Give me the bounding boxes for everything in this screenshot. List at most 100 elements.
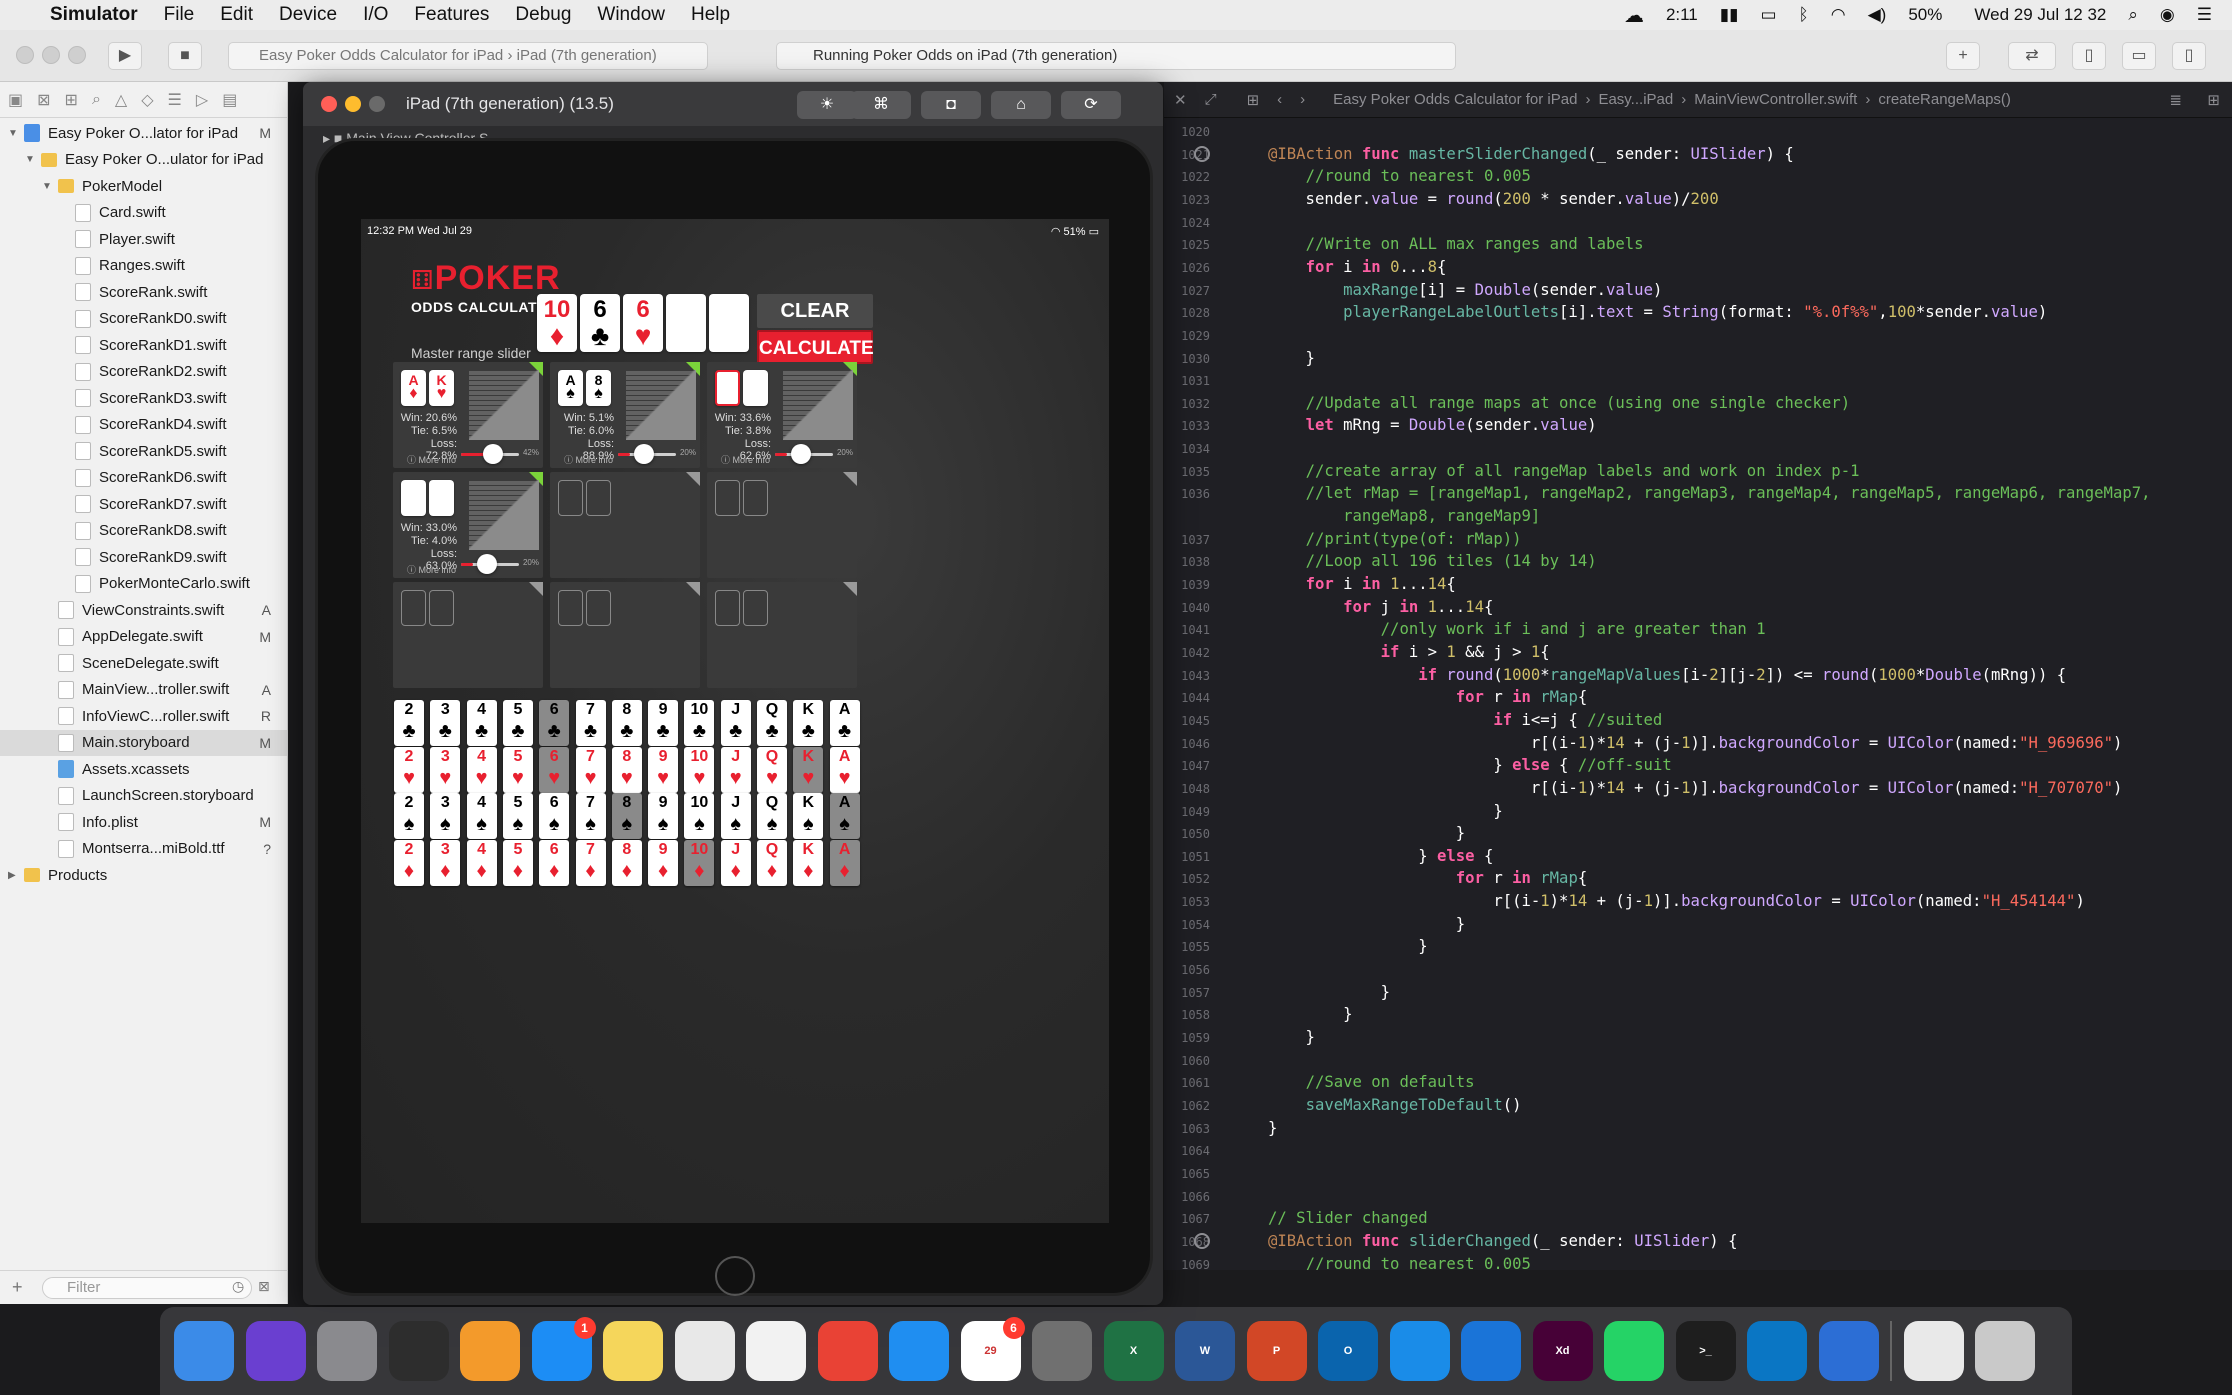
empty-card-slot[interactable] (586, 590, 611, 626)
board-card[interactable]: 6 ♣ (580, 294, 620, 352)
editor-options-icon[interactable]: ≣ (2169, 91, 2182, 109)
deck-card[interactable]: 7 ♠ (575, 793, 606, 840)
spotlight-icon[interactable]: ⌕ (2128, 5, 2138, 25)
deck-card[interactable]: 6 ♠ (539, 793, 570, 840)
hole-card[interactable]: A ♦ (401, 370, 426, 406)
tree-row[interactable]: PokerMonteCarlo.swift (0, 571, 287, 598)
notes-icon[interactable] (603, 1321, 663, 1381)
menu-window[interactable]: Window (597, 4, 665, 26)
breadcrumb-item[interactable]: Easy Poker Odds Calculator for iPad (1333, 91, 1577, 108)
calculate-button[interactable]: CALCULATE (757, 330, 874, 364)
player-range-slider[interactable] (618, 444, 676, 464)
tree-row[interactable]: ScoreRankD6.swift (0, 465, 287, 492)
menu-device[interactable]: Device (279, 4, 337, 26)
deck-card[interactable]: 10 ♣ (684, 700, 715, 746)
deck-card[interactable]: A ♣ (829, 700, 860, 746)
screenshot-button[interactable]: ◘ (921, 91, 981, 119)
more-info-link[interactable]: ⓘ More info (564, 453, 613, 466)
player-panel[interactable]: Win: 33.6% Tie: 3.8% Loss: 62.6% ⓘ More inf… (707, 362, 857, 468)
deck-card[interactable]: Q ♣ (757, 700, 787, 746)
expand-icon[interactable]: ⤢ (1205, 91, 1217, 108)
player-slider-knob[interactable] (790, 444, 811, 464)
deck-card[interactable]: A ♦ (829, 840, 860, 887)
deck-card[interactable]: 7 ♥ (575, 746, 606, 793)
deck-card[interactable]: 3 ♦ (430, 840, 461, 887)
calculator-icon[interactable] (1032, 1321, 1092, 1381)
deck-card[interactable]: 5 ♦ (502, 840, 533, 887)
test-icon[interactable]: ◇ (141, 90, 153, 110)
disclosure-icon[interactable]: ▼ (25, 154, 37, 165)
deck-card[interactable]: 2 ♦ (394, 840, 424, 887)
player-range-slider[interactable] (775, 444, 833, 464)
tree-row[interactable]: ScoreRankD2.swift (0, 359, 287, 386)
issue-icon[interactable]: △ (115, 90, 127, 110)
library-button[interactable]: + (1946, 42, 1980, 70)
deck-card[interactable]: 3 ♠ (430, 793, 461, 840)
deck-card[interactable]: 8 ♠ (611, 793, 642, 840)
sim-zoom-button[interactable] (369, 96, 385, 112)
deck-card[interactable]: Q ♠ (757, 793, 787, 840)
deck-card[interactable]: A ♠ (829, 793, 860, 840)
tree-row[interactable]: ScoreRankD5.swift (0, 438, 287, 465)
toggle-inspector-button[interactable]: ▯ (2172, 42, 2206, 70)
recent-files-icon[interactable]: ◷ (232, 1278, 244, 1295)
scheme-selector[interactable]: Easy Poker Odds Calculator for iPad › iP… (228, 42, 708, 70)
xcode-icon[interactable] (1461, 1321, 1521, 1381)
siri-icon[interactable]: ◉ (2160, 5, 2175, 25)
siri-icon[interactable] (245, 1321, 306, 1381)
empty-card-slot[interactable] (429, 590, 454, 626)
deck-card[interactable]: K ♦ (793, 840, 824, 887)
player-panel[interactable] (550, 582, 700, 688)
disclosure-icon[interactable]: ▼ (8, 128, 20, 139)
deck-card[interactable]: K ♣ (793, 700, 824, 746)
code-editor[interactable]: 1020 1021 1022 1023 1024 1025 1026 1027 1028 1029… (1164, 118, 2232, 1270)
empty-card-slot[interactable] (558, 480, 583, 516)
tree-row[interactable]: AppDelegate.swift M (0, 624, 287, 651)
player-panel[interactable] (550, 472, 700, 578)
tree-row[interactable]: ▼ Easy Poker O...ulator for iPad (0, 147, 287, 174)
deck-card[interactable]: 4 ♠ (466, 793, 497, 840)
debug-icon[interactable]: ☰ (168, 90, 182, 110)
tree-row[interactable]: ScoreRank.swift (0, 279, 287, 306)
hole-card[interactable]: A ♠ (558, 370, 583, 406)
filter-input[interactable]: Filter (42, 1276, 252, 1299)
deck-card[interactable]: 8 ♦ (611, 840, 642, 887)
deck-card[interactable]: 8 ♣ (611, 700, 642, 746)
deck-card[interactable]: K ♠ (793, 793, 824, 840)
adobe-xd-icon[interactable]: Xd (1532, 1321, 1593, 1381)
battery-label[interactable]: 50% (1908, 5, 1942, 25)
empty-card-slot[interactable] (715, 590, 740, 626)
tree-row[interactable]: LaunchScreen.storyboard (0, 783, 287, 810)
tree-row[interactable]: ▼ PokerModel (0, 173, 287, 200)
tree-row[interactable]: ScoreRankD3.swift (0, 385, 287, 412)
menu-debug[interactable]: Debug (515, 4, 571, 26)
home-button[interactable]: ⌂ (991, 91, 1051, 119)
empty-card-slot[interactable] (586, 480, 611, 516)
folder-icon[interactable]: ▣ (8, 90, 23, 110)
brightness-button[interactable]: ☀ (797, 91, 857, 119)
tile-icon[interactable]: ▮▮ (1720, 5, 1739, 25)
deck-card[interactable]: 2 ♠ (394, 793, 424, 840)
breakpoint-icon[interactable]: ▷ (196, 90, 208, 110)
more-info-link[interactable]: ⓘ More info (407, 563, 456, 576)
player-panel[interactable] (707, 472, 857, 578)
find-icon[interactable]: ⌕ (92, 91, 101, 109)
documents-icon[interactable] (1903, 1321, 1964, 1381)
chrome-icon[interactable] (817, 1321, 878, 1381)
textedit-icon[interactable] (674, 1321, 735, 1381)
window-minimize-button[interactable] (42, 46, 60, 64)
sim-close-button[interactable] (321, 96, 337, 112)
window-zoom-button[interactable] (68, 46, 86, 64)
deck-card[interactable]: J ♦ (720, 840, 751, 887)
tree-row[interactable]: ▼ Easy Poker O...lator for iPad M (0, 120, 287, 147)
menu-io[interactable]: I/O (363, 4, 388, 26)
empty-card-slot[interactable] (743, 590, 768, 626)
breakpoint-marker-icon[interactable] (1194, 145, 1210, 162)
deck-card[interactable]: 10 ♠ (684, 793, 715, 840)
player-range-slider[interactable] (461, 444, 519, 464)
trash-icon[interactable] (1975, 1321, 2035, 1381)
more-info-link[interactable]: ⓘ More info (721, 453, 770, 466)
player-panel[interactable]: Win: 33.0% Tie: 4.0% Loss: 63.0% ⓘ More inf… (393, 472, 543, 578)
source-control-icon[interactable]: ⊠ (37, 90, 50, 110)
volume-icon[interactable]: ◀) (1868, 5, 1887, 25)
